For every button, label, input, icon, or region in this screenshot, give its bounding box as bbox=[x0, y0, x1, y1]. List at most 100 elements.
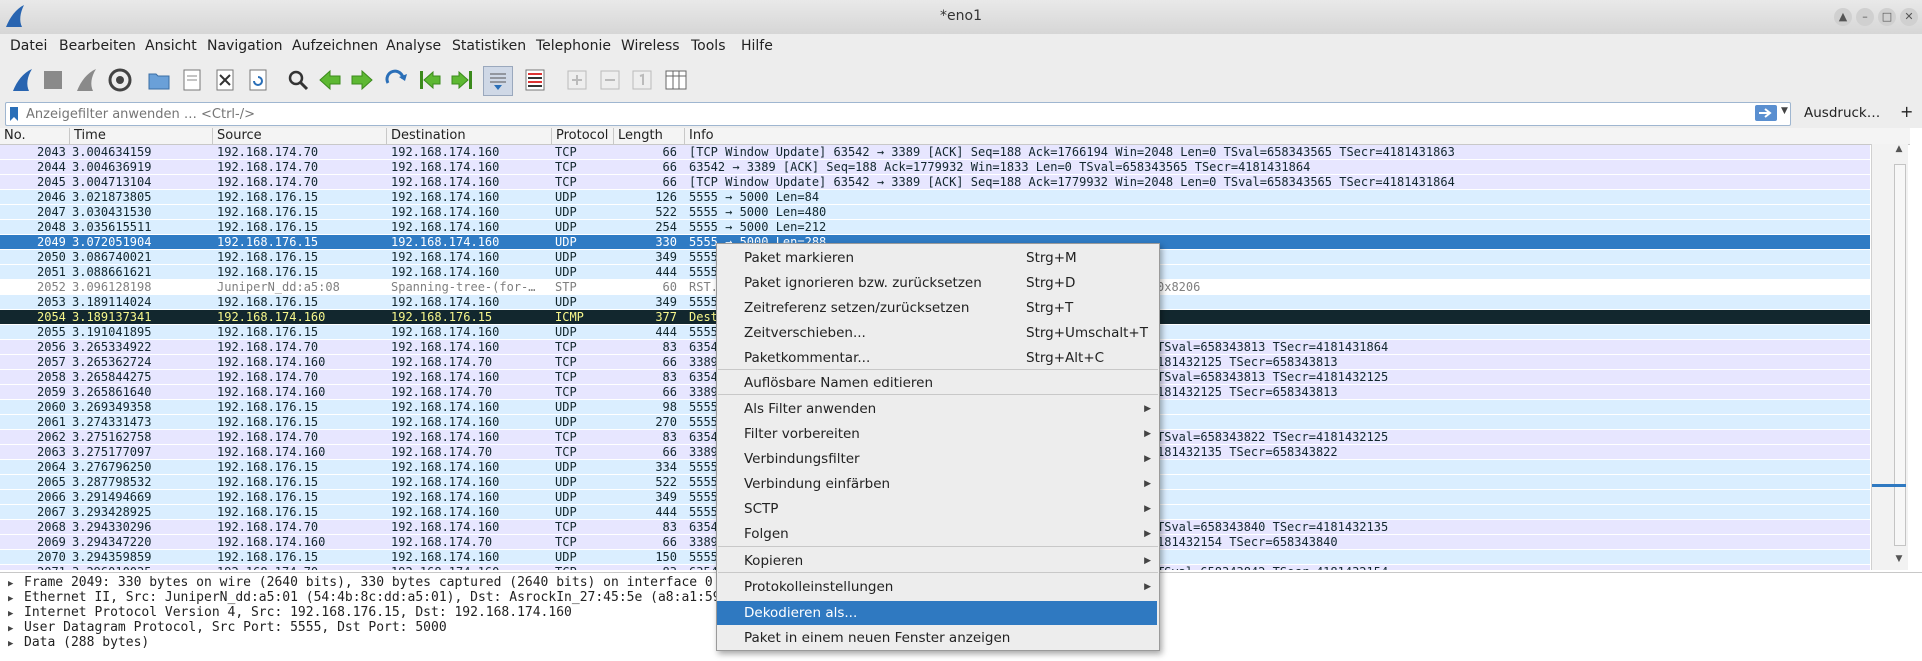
detail-row[interactable]: ▶ Ethernet II, Src: JuniperN_dd:a5:01 (54… bbox=[8, 590, 721, 605]
packet-row[interactable]: 2046 3.021873805 192.168.176.15 192.168.174… bbox=[0, 190, 1870, 204]
context-menu-item[interactable]: Protokolleinstellungen ▶ bbox=[717, 575, 1157, 599]
stop-capture-icon[interactable] bbox=[39, 66, 67, 94]
menu-hilfe[interactable]: Hilfe bbox=[741, 38, 773, 54]
packet-destination: 192.168.174.160 bbox=[391, 160, 500, 174]
menu-wireless[interactable]: Wireless bbox=[621, 38, 680, 54]
packet-source: 192.168.176.15 bbox=[217, 325, 319, 339]
menu-item-shortcut: Strg+Umschalt+T bbox=[1026, 325, 1148, 341]
normal-size-icon[interactable] bbox=[628, 66, 656, 94]
packet-row[interactable]: 2044 3.004636919 192.168.174.70 192.168.174… bbox=[0, 160, 1870, 174]
menu-item-label: Kopieren bbox=[744, 553, 804, 569]
add-filter-button[interactable]: + bbox=[1900, 102, 1913, 121]
menu-navigation[interactable]: Navigation bbox=[207, 38, 283, 54]
packet-destination: 192.168.174.160 bbox=[391, 490, 500, 504]
find-packet-icon[interactable] bbox=[284, 66, 312, 94]
column-length[interactable]: Length bbox=[614, 128, 685, 144]
maximize-button[interactable]: □ bbox=[1878, 8, 1896, 26]
auto-scroll-icon[interactable] bbox=[483, 66, 513, 96]
display-filter-field[interactable]: ▼ bbox=[5, 102, 1791, 126]
context-menu-item[interactable]: Paket markieren Strg+M bbox=[717, 246, 1157, 270]
column-protocol[interactable]: Protocol bbox=[552, 128, 614, 144]
context-menu-item[interactable]: Folgen ▶ bbox=[717, 522, 1157, 546]
packet-info: 63542 → 3389 [ACK] Seq=188 Ack=1779932 W… bbox=[689, 160, 1311, 174]
menu-item-shortcut: Strg+D bbox=[1026, 275, 1076, 291]
packet-protocol: UDP bbox=[555, 490, 577, 504]
packet-length: 270 bbox=[655, 415, 677, 429]
column-time[interactable]: Time bbox=[70, 128, 213, 144]
filter-dropdown-icon[interactable]: ▼ bbox=[1781, 106, 1788, 116]
packet-length: 444 bbox=[655, 265, 677, 279]
context-menu-item[interactable]: Dekodieren als... bbox=[717, 601, 1157, 625]
apply-filter-arrow-icon[interactable] bbox=[1755, 105, 1777, 121]
context-menu-item[interactable]: Verbindungsfilter ▶ bbox=[717, 447, 1157, 471]
context-menu-item[interactable]: Paket in einem neuen Fenster anzeigen bbox=[717, 626, 1157, 650]
column-info[interactable]: Info bbox=[685, 128, 1870, 144]
last-packet-icon[interactable] bbox=[448, 66, 476, 94]
packet-row[interactable]: 2043 3.004634159 192.168.174.70 192.168.174… bbox=[0, 145, 1870, 159]
close-button[interactable]: ✕ bbox=[1900, 8, 1918, 26]
packet-protocol: TCP bbox=[555, 430, 577, 444]
detail-row[interactable]: ▶ Internet Protocol Version 4, Src: 192.1… bbox=[8, 605, 572, 620]
display-filter-input[interactable] bbox=[24, 104, 1748, 124]
packet-info: 5555 bbox=[689, 550, 718, 564]
expand-arrow-icon[interactable]: ▶ bbox=[8, 637, 24, 652]
context-menu-item[interactable]: SCTP ▶ bbox=[717, 497, 1157, 521]
bookmark-icon[interactable] bbox=[9, 106, 19, 122]
minimize-button[interactable]: – bbox=[1856, 8, 1874, 26]
detail-row[interactable]: ▶ Data (288 bytes) bbox=[8, 635, 149, 650]
expression-button[interactable]: Ausdruck… bbox=[1804, 105, 1880, 121]
menu-analyse[interactable]: Analyse bbox=[386, 38, 441, 54]
scrollbar-thumb[interactable] bbox=[1894, 164, 1906, 546]
packet-protocol: UDP bbox=[555, 400, 577, 414]
packet-row[interactable]: 2045 3.004713104 192.168.174.70 192.168.174… bbox=[0, 175, 1870, 189]
context-menu-item[interactable]: Filter vorbereiten ▶ bbox=[717, 422, 1157, 446]
zoom-in-icon[interactable] bbox=[563, 66, 591, 94]
scroll-up-icon[interactable]: ▲ bbox=[1892, 144, 1906, 158]
packet-source: 192.168.176.15 bbox=[217, 400, 319, 414]
menu-datei[interactable]: Datei bbox=[10, 38, 47, 54]
column-source[interactable]: Source bbox=[213, 128, 387, 144]
context-menu-item[interactable]: Zeitverschieben... Strg+Umschalt+T bbox=[717, 321, 1157, 345]
detail-row[interactable]: ▶ User Datagram Protocol, Src Port: 5555,… bbox=[8, 620, 447, 635]
packet-info-tail: 181432154 TSecr=658343840 bbox=[1157, 535, 1338, 549]
scroll-down-icon[interactable]: ▼ bbox=[1892, 554, 1906, 568]
colorize-icon[interactable] bbox=[521, 66, 549, 94]
first-packet-icon[interactable] bbox=[416, 66, 444, 94]
go-back-icon[interactable] bbox=[316, 66, 344, 94]
packet-list-scrollbar[interactable]: ▲ ▼ bbox=[1871, 144, 1908, 570]
go-forward-icon[interactable] bbox=[348, 66, 376, 94]
go-to-packet-icon[interactable] bbox=[382, 66, 410, 94]
column-destination[interactable]: Destination bbox=[387, 128, 552, 144]
context-menu-item[interactable]: Kopieren ▶ bbox=[717, 549, 1157, 573]
packet-source: 192.168.174.70 bbox=[217, 430, 319, 444]
column-no[interactable]: No. bbox=[0, 128, 70, 144]
menu-telephonie[interactable]: Telephonie bbox=[536, 38, 611, 54]
context-menu-item[interactable]: Als Filter anwenden ▶ bbox=[717, 397, 1157, 421]
reload-file-icon[interactable] bbox=[244, 66, 272, 94]
packet-info: Dest bbox=[689, 310, 718, 324]
menu-statistiken[interactable]: Statistiken bbox=[452, 38, 526, 54]
context-menu-item[interactable]: Zeitreferenz setzen/zurücksetzen Strg+T bbox=[717, 296, 1157, 320]
save-file-icon[interactable] bbox=[178, 66, 206, 94]
menu-tools[interactable]: Tools bbox=[691, 38, 726, 54]
window-up-icon[interactable]: ▲ bbox=[1834, 8, 1852, 26]
resize-columns-icon[interactable] bbox=[662, 66, 690, 94]
packet-source: JuniperN_dd:a5:08 bbox=[217, 280, 340, 294]
zoom-out-icon[interactable] bbox=[596, 66, 624, 94]
menu-ansicht[interactable]: Ansicht bbox=[145, 38, 197, 54]
context-menu-item[interactable]: Verbindung einfärben ▶ bbox=[717, 472, 1157, 496]
context-menu-item[interactable]: Auflösbare Namen editieren bbox=[717, 371, 1157, 395]
packet-info: [TCP Window Update] 63542 → 3389 [ACK] S… bbox=[689, 175, 1455, 189]
menu-bearbeiten[interactable]: Bearbeiten bbox=[59, 38, 136, 54]
packet-row[interactable]: 2047 3.030431530 192.168.176.15 192.168.174… bbox=[0, 205, 1870, 219]
capture-options-icon[interactable] bbox=[106, 66, 134, 94]
context-menu-item[interactable]: Paketkommentar... Strg+Alt+C bbox=[717, 346, 1157, 370]
detail-row[interactable]: ▶ Frame 2049: 330 bytes on wire (2640 bit… bbox=[8, 575, 713, 590]
start-capture-icon[interactable] bbox=[8, 66, 36, 94]
restart-capture-icon[interactable] bbox=[72, 66, 100, 94]
packet-row[interactable]: 2048 3.035615511 192.168.176.15 192.168.174… bbox=[0, 220, 1870, 234]
context-menu-item[interactable]: Paket ignorieren bzw. zurücksetzen Strg+D bbox=[717, 271, 1157, 295]
menu-aufzeichnen[interactable]: Aufzeichnen bbox=[292, 38, 378, 54]
open-file-icon[interactable] bbox=[145, 66, 173, 94]
close-file-icon[interactable] bbox=[211, 66, 239, 94]
